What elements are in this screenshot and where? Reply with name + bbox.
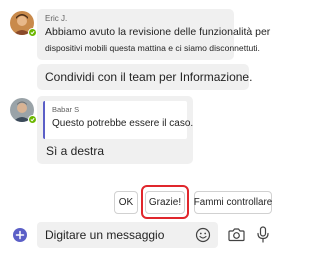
avatar-eric[interactable] — [10, 11, 37, 37]
camera-icon — [228, 227, 245, 242]
add-icon — [13, 228, 27, 242]
message-input-placeholder: Digitare un messaggio — [45, 228, 165, 242]
quote-sender: Babar S — [52, 105, 80, 114]
presence-available-icon — [28, 115, 37, 124]
message-input[interactable]: Digitare un messaggio — [37, 222, 218, 248]
camera-button[interactable] — [228, 227, 245, 242]
presence-available-icon — [28, 28, 37, 37]
suggested-reply-grazie[interactable]: Grazie! — [145, 191, 185, 214]
message-line: dispositivi mobili questa mattina e ci s… — [45, 43, 260, 53]
emoji-button[interactable] — [195, 227, 211, 243]
avatar-babar[interactable] — [10, 98, 37, 124]
message-bubble[interactable]: Babar S Questo potrebbe essere il caso. … — [37, 96, 193, 164]
message-text: Condividi con il team per Informazione. — [45, 70, 253, 84]
suggested-reply-fammi-controllare[interactable]: Fammi controllare — [194, 191, 272, 214]
message-sender: Eric J. — [45, 14, 68, 23]
suggested-reply-ok[interactable]: OK — [114, 191, 138, 214]
message-bubble[interactable]: Eric J. Abbiamo avuto la revisione delle… — [37, 9, 270, 60]
message-line: Abbiamo avuto la revisione delle funzion… — [45, 26, 271, 38]
message-text: Sì a destra — [46, 144, 105, 158]
add-button[interactable] — [13, 228, 27, 242]
microphone-icon — [257, 226, 269, 243]
microphone-button[interactable] — [257, 226, 269, 243]
quoted-message[interactable]: Babar S Questo potrebbe essere il caso. — [43, 101, 193, 139]
quote-text: Questo potrebbe essere il caso. — [52, 118, 194, 129]
message-bubble[interactable]: Condividi con il team per Informazione. — [37, 64, 253, 90]
emoji-icon — [195, 227, 211, 243]
